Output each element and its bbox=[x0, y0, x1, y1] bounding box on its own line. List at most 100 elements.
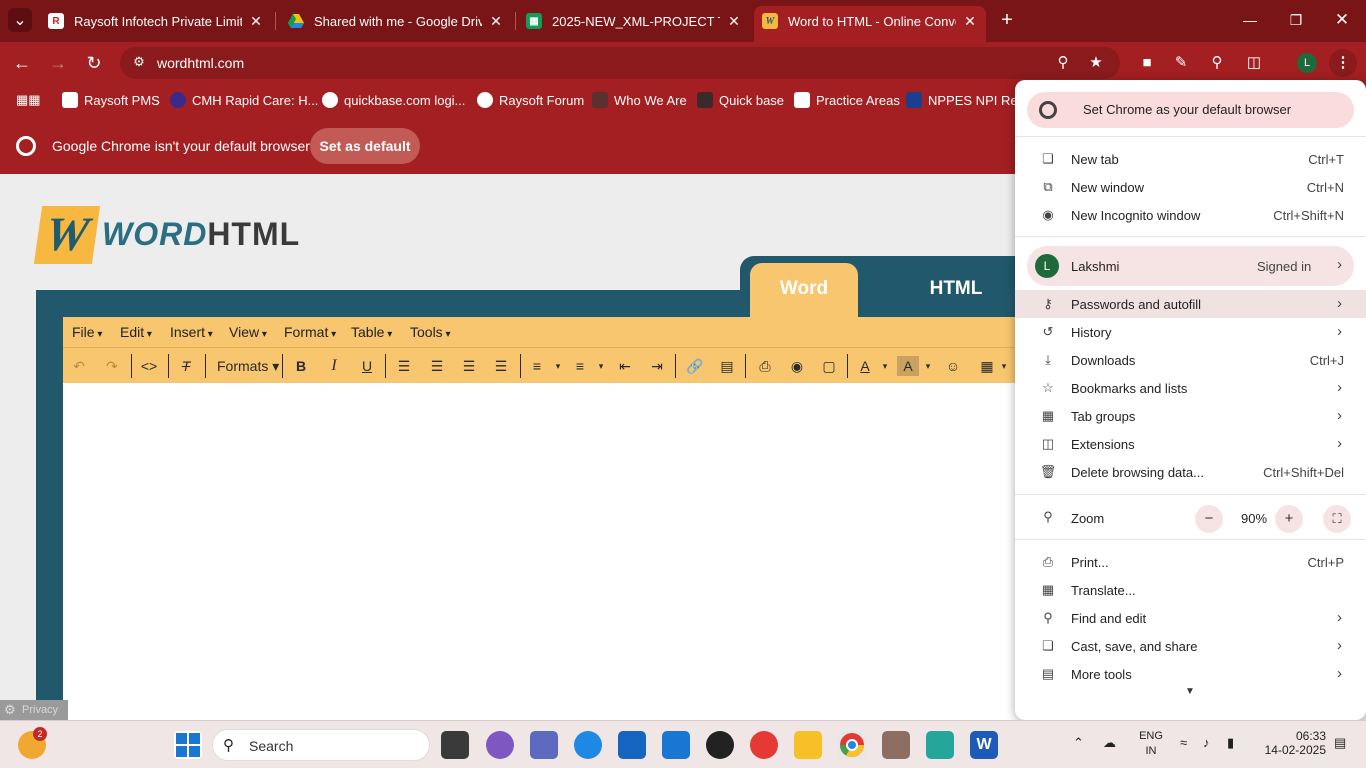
menu-item-delete-browsing-data[interactable]: 🗑 Delete browsing data... Ctrl+Shift+Del bbox=[1015, 458, 1366, 486]
app-icon[interactable] bbox=[926, 731, 954, 759]
bold-icon[interactable]: B bbox=[290, 356, 312, 376]
menu-table[interactable]: Table bbox=[351, 324, 392, 340]
pen-icon[interactable]: ✎ bbox=[1170, 52, 1192, 74]
chevron-up-icon[interactable]: ⌃ bbox=[1073, 735, 1084, 751]
wordhtml-logo-text[interactable]: WORDHTML bbox=[102, 216, 300, 253]
tab-raysoft[interactable]: R Raysoft Infotech Private Limited ✕ bbox=[40, 6, 272, 36]
menu-item-history[interactable]: ↺ History › bbox=[1015, 318, 1366, 346]
close-icon[interactable]: ✕ bbox=[726, 13, 742, 30]
file-explorer-icon[interactable] bbox=[794, 731, 822, 759]
edge-icon[interactable] bbox=[574, 731, 602, 759]
bullet-list-icon[interactable]: ≡ bbox=[526, 356, 548, 376]
background-color-icon[interactable]: A bbox=[897, 356, 919, 376]
chevron-down-icon[interactable]: ▾ bbox=[590, 356, 612, 376]
underline-icon[interactable]: U bbox=[356, 356, 378, 376]
zoom-icon[interactable]: ⚲ bbox=[1052, 52, 1074, 74]
chrome-icon[interactable] bbox=[838, 731, 866, 759]
menu-item-passwords-and-autofill[interactable]: ⚷ Passwords and autofill › bbox=[1015, 290, 1366, 318]
wifi-icon[interactable]: ≈ bbox=[1180, 735, 1187, 750]
opera-icon[interactable] bbox=[750, 731, 778, 759]
profile-avatar[interactable]: L bbox=[1297, 53, 1317, 73]
menu-item-new-window[interactable]: ⧉ New window Ctrl+N bbox=[1015, 173, 1366, 201]
bookmark-quick-base[interactable]: Quick base bbox=[697, 91, 784, 109]
fullscreen-button[interactable]: ⛶ bbox=[1323, 505, 1351, 533]
editor-textarea[interactable] bbox=[63, 383, 1023, 720]
print-icon[interactable]: ⎙ bbox=[754, 356, 776, 376]
close-window-button[interactable]: ✕ bbox=[1330, 8, 1354, 32]
taskbar-search[interactable]: ⚲ Search bbox=[212, 729, 430, 761]
align-left-icon[interactable]: ☰ bbox=[393, 356, 415, 376]
align-center-icon[interactable]: ☰ bbox=[426, 356, 448, 376]
reload-button[interactable]: ↻ bbox=[81, 50, 107, 76]
clear-formatting-icon[interactable]: T bbox=[175, 356, 197, 376]
menu-item-downloads[interactable]: ⤓ Downloads Ctrl+J bbox=[1015, 346, 1366, 374]
word-icon[interactable]: W bbox=[970, 731, 998, 759]
copilot-icon[interactable] bbox=[486, 731, 514, 759]
menu-item-print[interactable]: ⎙ Print... Ctrl+P bbox=[1015, 548, 1366, 576]
extensions-puzzle-icon[interactable]: ◫ bbox=[1243, 52, 1265, 74]
italic-icon[interactable]: I bbox=[323, 356, 345, 376]
network-status-icon[interactable]: ☁ bbox=[1103, 735, 1116, 751]
volume-icon[interactable]: ♪ bbox=[1203, 735, 1210, 750]
menu-item-profile[interactable]: L Lakshmi Signed in › bbox=[1027, 246, 1354, 286]
bookmark-quickbase-login[interactable]: quickbase.com logi... bbox=[322, 91, 465, 109]
menu-insert[interactable]: Insert bbox=[170, 324, 213, 340]
menu-item-find-and-edit[interactable]: ⚲ Find and edit › bbox=[1015, 604, 1366, 632]
chevron-down-icon[interactable]: ▾ bbox=[993, 356, 1015, 376]
chevron-down-icon[interactable]: ▾ bbox=[874, 356, 896, 376]
undo-icon[interactable]: ↶ bbox=[68, 356, 90, 376]
more-menu-icon[interactable]: ⋮ bbox=[1329, 49, 1357, 77]
close-icon[interactable]: ✕ bbox=[962, 13, 978, 30]
menu-format[interactable]: Format bbox=[284, 324, 336, 340]
menu-item-extensions[interactable]: ◫ Extensions › bbox=[1015, 430, 1366, 458]
windows-start-icon[interactable] bbox=[174, 731, 202, 759]
chevron-down-icon[interactable]: ▾ bbox=[917, 356, 939, 376]
menu-edit[interactable]: Edit bbox=[120, 324, 152, 340]
tab-google-drive[interactable]: Shared with me - Google Drive ✕ bbox=[280, 6, 512, 36]
menu-item-more-tools[interactable]: ▤ More tools › bbox=[1015, 660, 1366, 688]
bookmark-practice-areas[interactable]: Practice Areas bbox=[794, 91, 900, 109]
dell-icon[interactable] bbox=[706, 731, 734, 759]
chevron-down-icon[interactable]: ▾ bbox=[547, 356, 569, 376]
menu-file[interactable]: File bbox=[72, 324, 102, 340]
menu-item-translate[interactable]: ▦ Translate... bbox=[1015, 576, 1366, 604]
menu-item-new-incognito-window[interactable]: ◉ New Incognito window Ctrl+Shift+N bbox=[1015, 201, 1366, 229]
bookmark-raysoft-pms[interactable]: Raysoft PMS bbox=[62, 91, 160, 109]
minimize-button[interactable]: — bbox=[1238, 8, 1262, 32]
tab-html[interactable]: HTML bbox=[900, 263, 1012, 313]
forward-button[interactable]: → bbox=[45, 50, 71, 76]
zoom-out-button[interactable]: − bbox=[1195, 505, 1223, 533]
menu-tools[interactable]: Tools bbox=[410, 324, 451, 340]
menu-item-new-tab[interactable]: ❏ New tab Ctrl+T bbox=[1015, 145, 1366, 173]
task-view-icon[interactable] bbox=[441, 731, 469, 759]
indent-icon[interactable]: ⇥ bbox=[646, 356, 668, 376]
battery-icon[interactable]: ▮ bbox=[1227, 735, 1234, 751]
bookmark-who-we-are[interactable]: Who We Are bbox=[592, 91, 687, 109]
restore-button[interactable]: ❐ bbox=[1284, 8, 1308, 32]
set-default-browser-item[interactable]: Set Chrome as your default browser bbox=[1027, 92, 1354, 128]
close-icon[interactable]: ✕ bbox=[488, 13, 504, 30]
app-icon[interactable] bbox=[882, 731, 910, 759]
menu-item-tab-groups[interactable]: ▦ Tab groups › bbox=[1015, 402, 1366, 430]
image-icon[interactable]: ▤ bbox=[716, 356, 738, 376]
tab-wordhtml[interactable]: W Word to HTML - Online Conver ✕ bbox=[754, 6, 986, 42]
bookmark-raysoft-forum[interactable]: Raysoft Forum bbox=[477, 91, 584, 109]
site-info-icon[interactable]: ⚙ bbox=[130, 54, 148, 72]
teams-icon[interactable] bbox=[530, 731, 558, 759]
tab-search-button[interactable]: ⌄ bbox=[8, 8, 32, 32]
outdent-icon[interactable]: ⇤ bbox=[614, 356, 636, 376]
extension-icon[interactable]: ■ bbox=[1136, 52, 1158, 74]
bookmark-star-icon[interactable]: ★ bbox=[1085, 52, 1107, 74]
privacy-button[interactable]: ⚙ Privacy bbox=[0, 700, 68, 720]
menu-item-cast-save-share[interactable]: ❏ Cast, save, and share › bbox=[1015, 632, 1366, 660]
notifications-icon[interactable]: ▤ bbox=[1334, 735, 1346, 751]
emoticons-icon[interactable]: ☺ bbox=[942, 356, 964, 376]
redo-icon[interactable]: ↷ bbox=[101, 356, 123, 376]
search-icon[interactable]: ⚲ bbox=[1206, 52, 1228, 74]
menu-view[interactable]: View bbox=[229, 324, 267, 340]
tab-word[interactable]: Word bbox=[750, 263, 858, 319]
close-icon[interactable]: ✕ bbox=[248, 13, 264, 30]
zoom-in-button[interactable]: + bbox=[1275, 505, 1303, 533]
power-automate-icon[interactable] bbox=[662, 731, 690, 759]
justify-icon[interactable]: ☰ bbox=[490, 356, 512, 376]
